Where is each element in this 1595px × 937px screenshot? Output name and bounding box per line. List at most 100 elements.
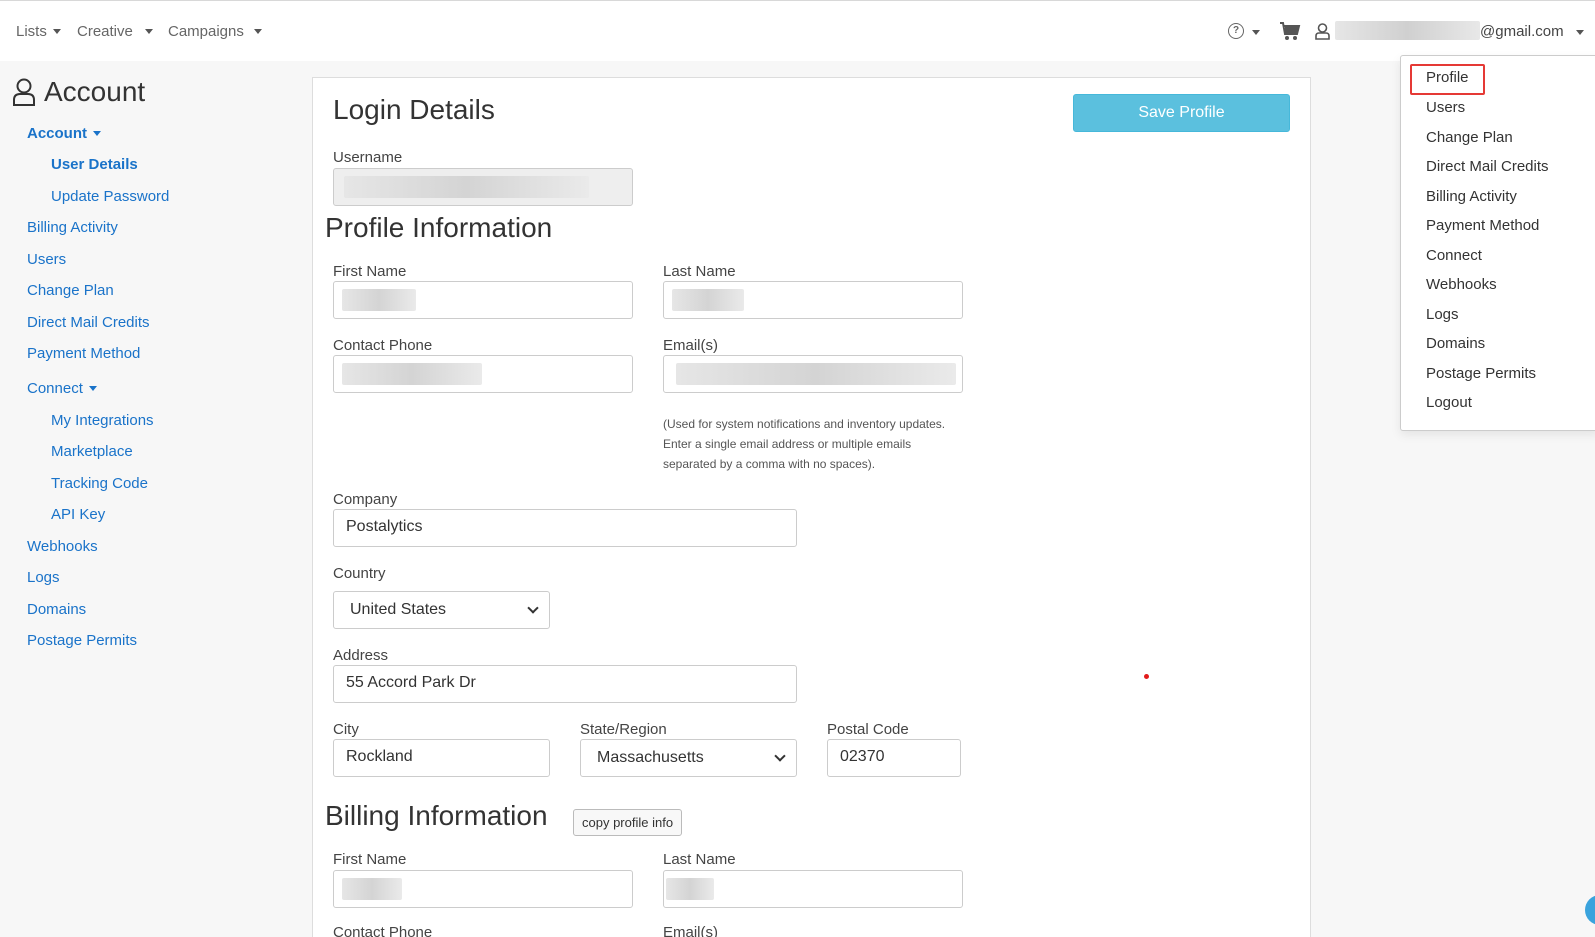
sidebar-item-api-key[interactable]: API Key (51, 506, 105, 523)
sidebar-item-webhooks[interactable]: Webhooks (27, 538, 98, 555)
redacted-value (342, 363, 482, 385)
billing-contact-phone-label: Contact Phone (333, 924, 433, 937)
copy-profile-info-button[interactable]: copy profile info (573, 809, 683, 836)
sidebar-item-marketplace[interactable]: Marketplace (51, 443, 133, 460)
nav-lists[interactable]: Lists (16, 23, 61, 40)
company-field[interactable]: Postalytics (333, 509, 797, 547)
sidebar-item-users[interactable]: Users (27, 251, 66, 268)
billing-last-name-field[interactable] (663, 870, 963, 908)
redacted-value (666, 878, 714, 900)
emails-field[interactable] (663, 355, 963, 393)
nav-creative[interactable]: Creative (77, 23, 153, 40)
username-label: Username (333, 149, 403, 166)
page-title-text: Account (44, 76, 146, 107)
postal-code-field[interactable]: 02370 (827, 739, 961, 777)
first-name-label: First Name (333, 263, 407, 280)
chevron-down-icon (253, 29, 262, 34)
chevron-down-icon[interactable] (1252, 30, 1260, 35)
first-name-field[interactable] (333, 281, 633, 319)
address-field[interactable]: 55 Accord Park Dr (333, 665, 797, 703)
save-profile-button[interactable]: Save Profile (1073, 94, 1290, 132)
chevron-down-icon[interactable] (1576, 30, 1584, 35)
billing-last-name-label: Last Name (663, 851, 736, 868)
sidebar-item-update-password[interactable]: Update Password (51, 188, 169, 205)
state-select[interactable]: Massachusetts (580, 739, 797, 777)
user-icon (1315, 23, 1330, 40)
billing-info-heading: Billing Information (325, 800, 548, 831)
city-field[interactable]: Rockland (333, 739, 550, 777)
billing-emails-label: Email(s) (663, 924, 718, 937)
city-label: City (333, 721, 359, 738)
menu-item-domains[interactable]: Domains (1426, 335, 1485, 352)
emails-label: Email(s) (663, 337, 718, 354)
sidebar-item-payment-method[interactable]: Payment Method (27, 345, 140, 362)
nav-campaigns[interactable]: Campaigns (168, 23, 262, 40)
chevron-down-icon (52, 29, 61, 34)
menu-item-profile[interactable]: Profile (1426, 69, 1469, 86)
last-name-field[interactable] (663, 281, 963, 319)
nav-creative-label: Creative (77, 23, 133, 40)
sidebar-item-label: Connect (27, 380, 83, 397)
profile-info-heading: Profile Information (325, 212, 553, 243)
sidebar-item-postage-permits[interactable]: Postage Permits (27, 632, 137, 649)
menu-item-users[interactable]: Users (1426, 99, 1465, 116)
user-icon (13, 78, 35, 106)
email-redacted (1335, 21, 1480, 40)
redacted-value (672, 289, 744, 311)
address-label: Address (333, 647, 389, 664)
sidebar-item-tracking-code[interactable]: Tracking Code (51, 475, 148, 492)
page-title: Account (12, 76, 145, 108)
country-select[interactable]: United States (333, 591, 550, 629)
emails-hint: (Used for system notifications and inven… (663, 417, 946, 471)
redacted-value (676, 363, 956, 385)
sidebar-item-change-plan[interactable]: Change Plan (27, 282, 114, 299)
menu-item-payment-method[interactable]: Payment Method (1426, 217, 1539, 234)
nav-lists-label: Lists (16, 23, 47, 40)
sidebar-item-billing-activity[interactable]: Billing Activity (27, 219, 118, 236)
company-label: Company (333, 491, 398, 508)
top-nav-bar: Lists Creative Campaigns ? @gmail.com (0, 0, 1595, 61)
nav-campaigns-label: Campaigns (168, 23, 244, 40)
help-icon[interactable]: ? (1228, 23, 1244, 39)
chat-widget-icon[interactable] (1585, 895, 1595, 925)
sidebar-item-user-details[interactable]: User Details (51, 156, 138, 173)
chevron-down-icon (144, 29, 153, 34)
menu-item-postage-permits[interactable]: Postage Permits (1426, 365, 1536, 382)
chevron-down-icon (774, 750, 786, 762)
menu-item-connect[interactable]: Connect (1426, 247, 1482, 264)
menu-item-logout[interactable]: Logout (1426, 394, 1472, 411)
state-value: Massachusetts (597, 749, 704, 766)
account-dropdown-menu: Profile Users Change Plan Direct Mail Cr… (1400, 55, 1595, 431)
chevron-down-icon (93, 131, 101, 136)
sidebar-item-connect[interactable]: Connect (27, 380, 97, 397)
chevron-down-icon (527, 602, 539, 614)
sidebar-item-account[interactable]: Account (27, 125, 101, 142)
contact-phone-label: Contact Phone (333, 337, 433, 354)
contact-phone-field[interactable] (333, 355, 633, 393)
redacted-value (342, 289, 416, 311)
menu-item-direct-mail-credits[interactable]: Direct Mail Credits (1426, 158, 1549, 175)
cursor-dot (1144, 674, 1149, 679)
menu-item-webhooks[interactable]: Webhooks (1426, 276, 1497, 293)
sidebar-item-domains[interactable]: Domains (27, 601, 86, 618)
cart-icon[interactable] (1279, 21, 1301, 41)
sidebar-item-label: Account (27, 125, 87, 142)
billing-first-name-field[interactable] (333, 870, 633, 908)
menu-item-billing-activity[interactable]: Billing Activity (1426, 188, 1517, 205)
state-label: State/Region (580, 721, 667, 738)
login-details-heading: Login Details (333, 94, 495, 125)
sidebar-item-logs[interactable]: Logs (27, 569, 60, 586)
country-label: Country (333, 565, 386, 582)
redacted-value (342, 878, 402, 900)
sidebar-item-direct-mail-credits[interactable]: Direct Mail Credits (27, 314, 150, 331)
redacted-value (344, 176, 589, 198)
postal-code-label: Postal Code (827, 721, 909, 738)
last-name-label: Last Name (663, 263, 736, 280)
menu-item-change-plan[interactable]: Change Plan (1426, 129, 1513, 146)
country-value: United States (350, 601, 447, 618)
chevron-down-icon (88, 386, 97, 391)
sidebar-item-my-integrations[interactable]: My Integrations (51, 412, 154, 429)
user-email[interactable]: @gmail.com (1480, 23, 1564, 40)
billing-first-name-label: First Name (333, 851, 407, 868)
menu-item-logs[interactable]: Logs (1426, 306, 1459, 323)
